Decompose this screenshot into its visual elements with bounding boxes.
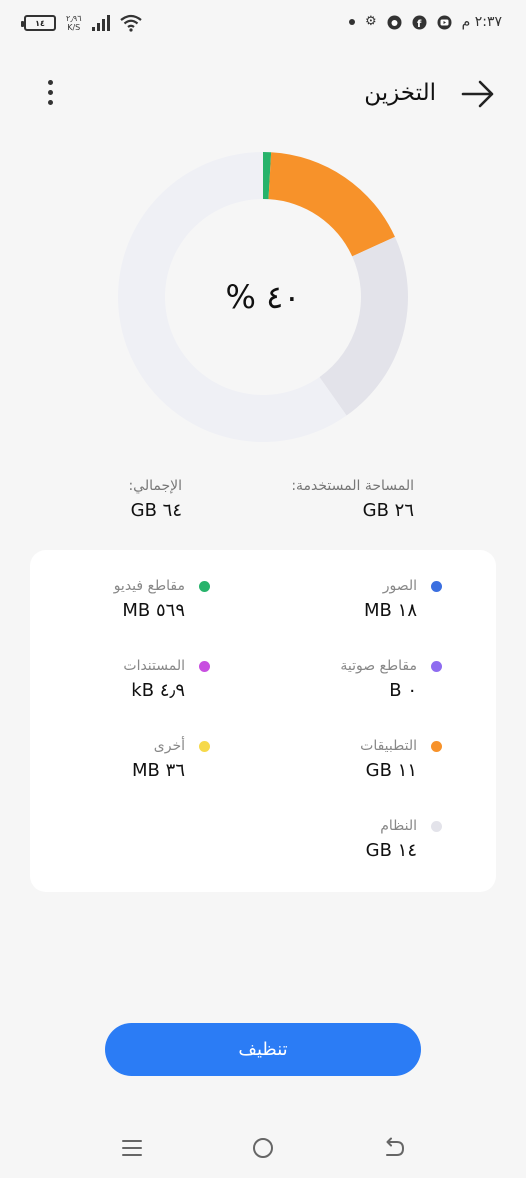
- category-value: ١٤ GB: [365, 840, 417, 861]
- storage-donut-chart: ٤٠ %: [117, 152, 408, 442]
- wifi-icon: [119, 14, 142, 32]
- category-value: ٥٦٩ MB: [122, 600, 185, 621]
- category-label: المستندات: [123, 658, 185, 674]
- other-color-dot: [199, 740, 210, 752]
- system-color-dot: [431, 820, 442, 832]
- category-label: مقاطع صوتية: [340, 658, 417, 674]
- category-value: ٤٫٩ kB: [131, 680, 185, 701]
- category-value: ٣٦ MB: [132, 760, 185, 781]
- category-label: النظام: [380, 818, 417, 834]
- category-audio[interactable]: مقاطع صوتية ٠ B: [242, 658, 442, 701]
- battery-level: ١٤: [35, 18, 45, 28]
- storage-summary: المساحة المستخدمة: ٢٦ GB الإجمالي: ٦٤ GB: [0, 478, 526, 528]
- category-label: الصور: [382, 578, 417, 594]
- category-label: أخرى: [153, 738, 185, 754]
- apps-color-dot: [431, 740, 442, 752]
- category-other[interactable]: أخرى ٣٦ MB: [10, 738, 210, 781]
- status-bar-left: ١٤ ٢٫٩٦ K/S: [21, 14, 142, 32]
- category-label: مقاطع فيديو: [113, 578, 185, 594]
- status-time: ٢:٣٧ م: [461, 14, 502, 30]
- categories-card: الصور ١٨ MB مقاطع فيديو ٥٦٩ MB مقاطع صوت…: [30, 550, 496, 892]
- total-space-label: الإجمالي:: [128, 478, 182, 494]
- used-space-value: ٢٦ GB: [362, 500, 414, 521]
- videos-color-dot: [199, 580, 210, 592]
- category-system[interactable]: النظام ١٤ GB: [242, 818, 442, 861]
- net-speed: ٢٫٩٦ K/S: [66, 14, 82, 32]
- youtube-icon: [437, 15, 452, 29]
- navigation-bar: [0, 1128, 526, 1168]
- category-apps[interactable]: التطبيقات ١١ GB: [242, 738, 442, 781]
- category-videos[interactable]: مقاطع فيديو ٥٦٩ MB: [10, 578, 210, 621]
- page-title: التخزين: [364, 80, 436, 106]
- gear-icon: ⚙: [364, 14, 377, 29]
- signal-icon: [91, 15, 110, 31]
- facebook-icon: f: [412, 15, 427, 30]
- audio-color-dot: [431, 660, 442, 672]
- category-value: ١١ GB: [365, 760, 417, 781]
- app-icon: [387, 15, 402, 29]
- back-icon[interactable]: [379, 1128, 409, 1168]
- used-space: المساحة المستخدمة: ٢٦ GB: [291, 478, 414, 521]
- more-vertical-icon[interactable]: [40, 80, 60, 110]
- used-space-label: المساحة المستخدمة:: [291, 478, 414, 494]
- category-photos[interactable]: الصور ١٨ MB: [242, 578, 442, 621]
- total-space-value: ٦٤ GB: [130, 500, 182, 521]
- documents-color-dot: [199, 660, 210, 672]
- clean-button[interactable]: تنظيف: [105, 1023, 421, 1076]
- home-icon[interactable]: [248, 1128, 278, 1168]
- category-documents[interactable]: المستندات ٤٫٩ kB: [10, 658, 210, 701]
- total-space: الإجمالي: ٦٤ GB: [128, 478, 182, 521]
- arrow-right-icon[interactable]: [460, 78, 496, 110]
- category-value: ١٨ MB: [364, 600, 417, 621]
- category-value: ٠ B: [389, 680, 417, 701]
- net-speed-unit: K/S: [67, 23, 81, 32]
- status-bar-right: ⚙ f ٢:٣٧ م: [348, 14, 502, 30]
- usage-percent: ٤٠ %: [225, 278, 301, 316]
- category-label: التطبيقات: [360, 738, 417, 754]
- page-header: التخزين: [0, 70, 526, 120]
- menu-icon[interactable]: [117, 1128, 147, 1168]
- svg-text:f: f: [417, 19, 422, 30]
- battery-icon: ١٤: [21, 15, 56, 31]
- status-bar: ١٤ ٢٫٩٦ K/S ⚙ f ٢:٣٧ م: [0, 0, 526, 52]
- net-speed-value: ٢٫٩٦: [66, 14, 82, 23]
- dot-icon: [348, 19, 355, 25]
- photos-color-dot: [431, 580, 442, 592]
